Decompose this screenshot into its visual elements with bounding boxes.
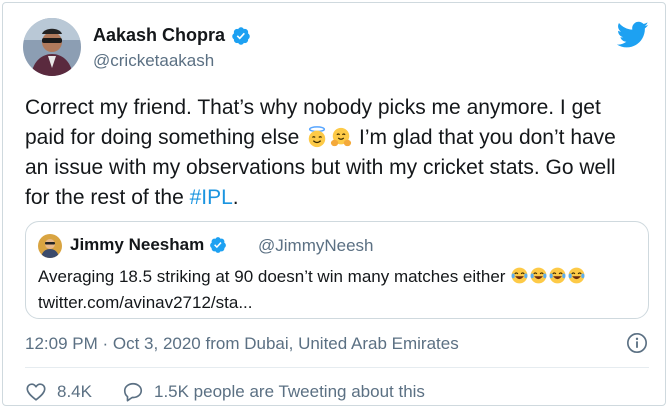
tweet-text-end: .: [232, 186, 239, 209]
quoted-tweet-text: Averaging 18.5 striking at 90 doesn’t wi…: [38, 264, 638, 316]
like-button[interactable]: 8.4K: [25, 381, 92, 403]
quoted-tweet[interactable]: Jimmy Neesham @JimmyNeesh Averaging 18.5…: [25, 221, 649, 319]
smiling-face-with-halo-icon: [308, 126, 326, 148]
face-with-tears-of-joy-icon: [511, 267, 528, 284]
author-name-row[interactable]: Aakash Chopra: [93, 25, 251, 46]
like-count: 8.4K: [57, 382, 92, 401]
quoted-author-name-row[interactable]: Jimmy Neesham: [70, 235, 227, 255]
tweeting-about-button[interactable]: 1.5K people are Tweeting about this: [122, 381, 425, 403]
author-handle[interactable]: @cricketaakash: [93, 51, 214, 71]
hashtag-link[interactable]: #IPL: [190, 186, 233, 209]
info-icon[interactable]: [626, 332, 648, 354]
quoted-avatar[interactable]: [38, 234, 62, 258]
tweeting-about-text: 1.5K people are Tweeting about this: [153, 382, 425, 401]
avatar[interactable]: [23, 18, 81, 76]
speech-bubble-icon: [123, 382, 143, 402]
face-with-tears-of-joy-icon: [530, 267, 547, 284]
tweet-card: Aakash Chopra @cricketaakash Correct my …: [2, 2, 666, 406]
face-with-tears-of-joy-icon: [549, 267, 566, 284]
twitter-logo-icon[interactable]: [617, 21, 649, 49]
author-name[interactable]: Aakash Chopra: [93, 25, 225, 46]
verified-badge-icon: [232, 26, 250, 45]
quoted-author-name[interactable]: Jimmy Neesham: [70, 235, 204, 255]
quoted-text-body: Averaging 18.5 striking at 90 doesn’t wi…: [38, 267, 511, 286]
divider: [25, 367, 649, 368]
heart-icon: [26, 383, 46, 401]
hugging-face-icon: [331, 127, 352, 147]
tweet-text: Correct my friend. That’s why nobody pic…: [25, 93, 645, 213]
tweet-timestamp[interactable]: 12:09 PM · Oct 3, 2020 from Dubai, Unite…: [25, 334, 459, 354]
quoted-author-handle[interactable]: @JimmyNeesh: [258, 236, 374, 256]
face-with-tears-of-joy-icon: [568, 267, 585, 284]
joy-emoji-group: [510, 267, 586, 286]
verified-badge-icon: [210, 237, 227, 253]
action-bar: 8.4K 1.5K people are Tweeting about this: [25, 381, 425, 403]
quoted-tweet-link[interactable]: twitter.com/avinav2712/sta...: [38, 293, 253, 312]
